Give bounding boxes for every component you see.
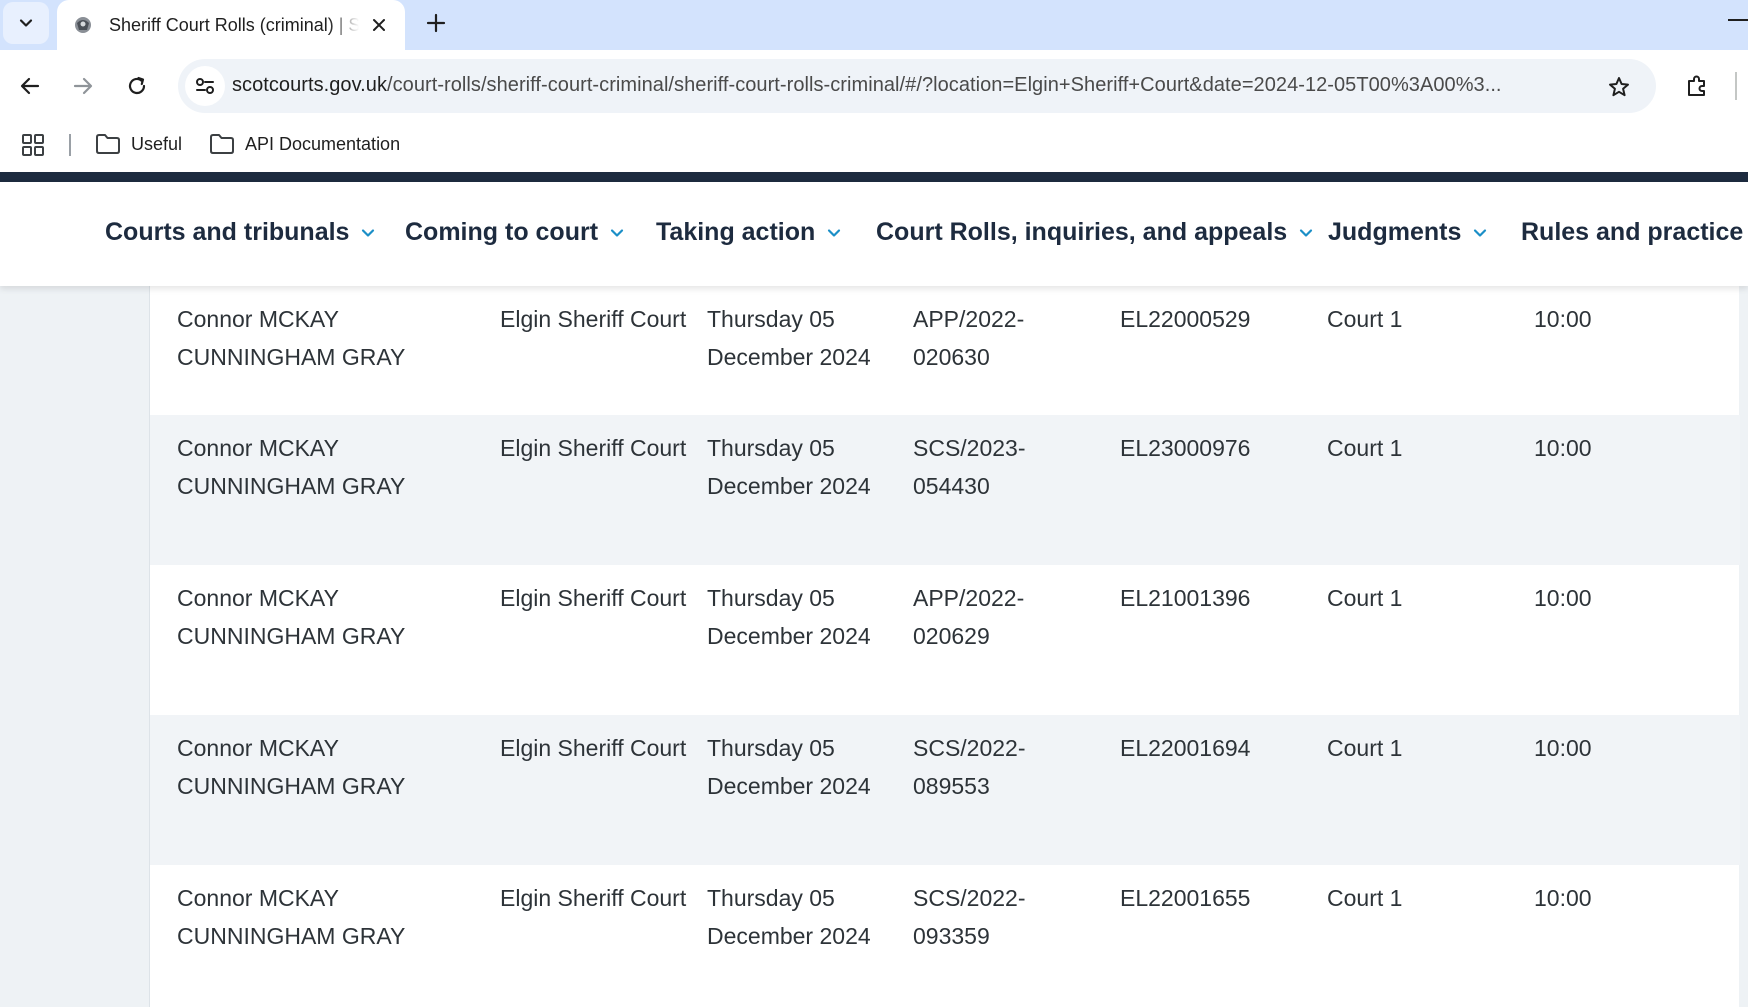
tab-search-button[interactable]: [3, 2, 49, 44]
folder-icon: [210, 134, 234, 154]
courtroom: Court 1: [1327, 435, 1403, 461]
reference-number: APP/2022-020630: [913, 306, 1025, 370]
browser-toolbar: scotcourts.gov.uk/court-rolls/sheriff-co…: [0, 50, 1748, 122]
toolbar-divider: [1735, 72, 1737, 100]
nav-label: Coming to court: [405, 218, 599, 246]
courtroom: Court 1: [1327, 885, 1403, 911]
bookmarks-divider: [69, 134, 71, 156]
close-tab-icon[interactable]: [365, 11, 393, 39]
nav-judgments[interactable]: Judgments: [1328, 218, 1487, 247]
nav-taking-action[interactable]: Taking action: [656, 218, 841, 247]
hearing-time: 10:00: [1534, 735, 1592, 761]
bookmark-label: Useful: [131, 133, 183, 154]
hearing-date: Thursday 05 December 2024: [707, 885, 871, 949]
site-top-bar: [0, 172, 1748, 182]
court-location: Elgin Sheriff Court: [500, 585, 687, 611]
chevron-down-icon: [1300, 228, 1313, 237]
reload-icon: [128, 76, 146, 95]
bookmark-useful[interactable]: Useful: [95, 128, 182, 160]
forward-button[interactable]: [63, 66, 103, 106]
courtroom: Court 1: [1327, 585, 1403, 611]
tab-strip: Sheriff Court Rolls (criminal) | Scottis…: [0, 0, 1748, 50]
table-row: Connor MCKAY CUNNINGHAM GRAY Elgin Sheri…: [150, 286, 1740, 436]
nav-court-rolls-inquiries-appeals[interactable]: Court Rolls, inquiries, and appeals: [876, 218, 1313, 247]
nav-label: Taking action: [656, 218, 816, 246]
case-number: EL23000976: [1120, 435, 1251, 461]
hearing-time: 10:00: [1534, 885, 1592, 911]
reference-number: APP/2022-020629: [913, 585, 1025, 649]
bookmark-star-icon[interactable]: [1604, 72, 1634, 102]
table-row: Connor MCKAY CUNNINGHAM GRAY Elgin Sheri…: [150, 415, 1740, 565]
case-number: EL22001694: [1120, 735, 1251, 761]
nav-label: Rules and practice: [1521, 218, 1744, 246]
reload-button[interactable]: [117, 66, 157, 106]
folder-icon: [96, 134, 120, 154]
accused-name: Connor MCKAY CUNNINGHAM GRAY: [177, 435, 406, 499]
nav-label: Courts and tribunals: [105, 218, 350, 246]
hearing-date: Thursday 05 December 2024: [707, 735, 871, 799]
extensions-puzzle-icon[interactable]: [1677, 66, 1717, 106]
url-text[interactable]: scotcourts.gov.uk/court-rolls/sheriff-co…: [232, 74, 1572, 97]
nav-courts-and-tribunals[interactable]: Courts and tribunals: [105, 218, 375, 247]
arrow-left-icon: [20, 77, 40, 95]
table-row: Connor MCKAY CUNNINGHAM GRAY Elgin Sheri…: [150, 865, 1740, 1007]
accused-name: Connor MCKAY CUNNINGHAM GRAY: [177, 885, 406, 949]
hearing-date: Thursday 05 December 2024: [707, 306, 871, 370]
chevron-down-icon: [828, 228, 841, 237]
chevron-down-icon: [19, 19, 33, 27]
case-number: EL22001655: [1120, 885, 1251, 911]
address-bar[interactable]: scotcourts.gov.uk/court-rolls/sheriff-co…: [178, 59, 1656, 113]
chevron-down-icon: [610, 228, 624, 237]
accused-name: Connor MCKAY CUNNINGHAM GRAY: [177, 306, 406, 370]
bookmark-label: API Documentation: [245, 133, 401, 154]
court-location: Elgin Sheriff Court: [500, 735, 687, 761]
table-row: Connor MCKAY CUNNINGHAM GRAY Elgin Sheri…: [150, 715, 1740, 865]
nav-label: Court Rolls, inquiries, and appeals: [876, 218, 1288, 246]
url-host: scotcourts.gov.uk: [232, 74, 387, 96]
url-path: /court-rolls/sheriff-court-criminal/sher…: [387, 74, 1502, 96]
tab-title: Sheriff Court Rolls (criminal) | Scottis…: [109, 14, 359, 35]
court-location: Elgin Sheriff Court: [500, 885, 687, 911]
hearing-time: 10:00: [1534, 435, 1592, 461]
court-rolls-table: Connor MCKAY CUNNINGHAM GRAY Elgin Sheri…: [149, 286, 1740, 1007]
crest-favicon-icon: [71, 13, 95, 37]
browser-tab-active[interactable]: Sheriff Court Rolls (criminal) | Scottis…: [57, 0, 405, 50]
courtroom: Court 1: [1327, 735, 1403, 761]
hearing-time: 10:00: [1534, 585, 1592, 611]
court-location: Elgin Sheriff Court: [500, 435, 687, 461]
court-location: Elgin Sheriff Court: [500, 306, 687, 332]
court-rolls-content: Connor MCKAY CUNNINGHAM GRAY Elgin Sheri…: [0, 286, 1748, 1007]
reference-number: SCS/2022-093359: [913, 885, 1026, 949]
arrow-right-icon: [73, 77, 93, 95]
accused-name: Connor MCKAY CUNNINGHAM GRAY: [177, 735, 406, 799]
chevron-down-icon: [1474, 228, 1487, 237]
main-navigation: Courts and tribunals Coming to court Tak…: [0, 182, 1748, 286]
courtroom: Court 1: [1327, 306, 1403, 332]
table-row: Connor MCKAY CUNNINGHAM GRAY Elgin Sheri…: [150, 565, 1740, 715]
hearing-date: Thursday 05 December 2024: [707, 585, 871, 649]
case-number: EL21001396: [1120, 585, 1251, 611]
accused-name: Connor MCKAY CUNNINGHAM GRAY: [177, 585, 406, 649]
nav-rules-and-practice[interactable]: Rules and practice: [1521, 218, 1748, 247]
site-info-button[interactable]: [185, 66, 225, 106]
nav-label: Judgments: [1328, 218, 1462, 246]
apps-grid-icon[interactable]: [21, 130, 45, 160]
new-tab-button[interactable]: [419, 6, 453, 40]
nav-coming-to-court[interactable]: Coming to court: [405, 218, 624, 247]
case-number: EL22000529: [1120, 306, 1251, 332]
chevron-down-icon: [362, 228, 375, 237]
hearing-time: 10:00: [1534, 306, 1592, 332]
plus-icon: [426, 13, 446, 33]
bookmarks-bar: Useful API Documentation: [0, 122, 1748, 172]
reference-number: SCS/2023-054430: [913, 435, 1026, 499]
hearing-date: Thursday 05 December 2024: [707, 435, 871, 499]
reference-number: SCS/2022-089553: [913, 735, 1026, 799]
minimize-window-button[interactable]: [1728, 19, 1748, 21]
bookmark-api-documentation[interactable]: API Documentation: [209, 128, 400, 160]
tune-icon: [196, 78, 214, 94]
back-button[interactable]: [10, 66, 50, 106]
